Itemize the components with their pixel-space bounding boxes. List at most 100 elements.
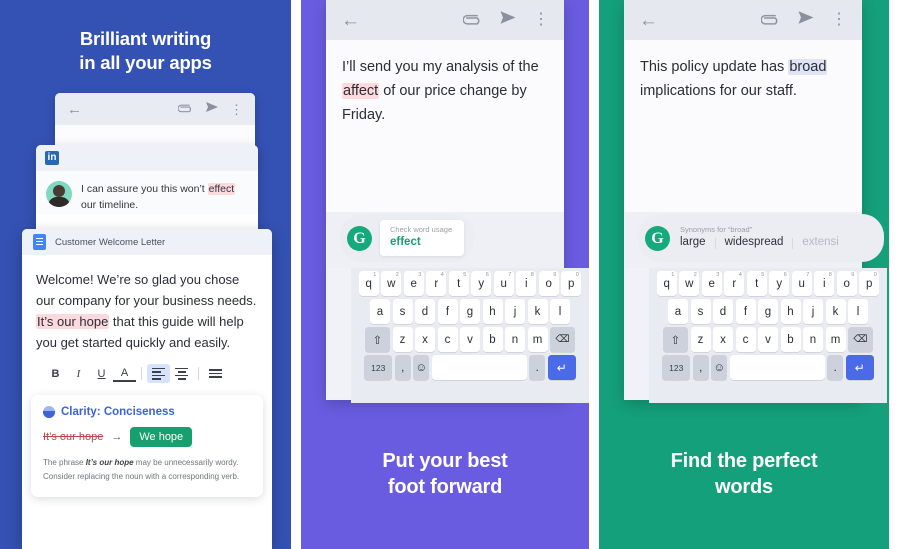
phone2-highlight-word[interactable]: affect [342, 83, 380, 100]
text-color-button[interactable]: A [113, 365, 136, 383]
key-g[interactable]: g [758, 299, 778, 324]
phone3-highlight-word[interactable]: broad [788, 59, 828, 75]
key-v[interactable]: v [758, 327, 778, 352]
italic-button[interactable]: I [67, 364, 90, 383]
key-i[interactable]: 8i [516, 271, 537, 296]
key-e[interactable]: 3e [403, 271, 424, 296]
send-icon[interactable] [205, 100, 219, 118]
phone3-keyboard[interactable]: 1q 2w 3e 4r 5t 6y 7u 8i 9o 0p a s d f g [649, 268, 887, 403]
key-o[interactable]: 9o [836, 271, 857, 296]
key-x[interactable]: x [415, 327, 435, 352]
overflow-menu-icon[interactable]: ⋮ [831, 12, 847, 28]
key-f[interactable]: f [735, 299, 756, 324]
bold-button[interactable]: B [44, 364, 67, 383]
key-j[interactable]: j [803, 299, 823, 324]
overflow-menu-icon[interactable]: ⋮ [230, 103, 243, 116]
key-f[interactable]: f [437, 299, 458, 324]
send-icon[interactable] [499, 10, 517, 30]
send-icon[interactable] [797, 10, 815, 30]
key-t[interactable]: 5t [746, 271, 767, 296]
key-b[interactable]: b [780, 327, 801, 352]
key-p[interactable]: 0p [561, 271, 582, 296]
key-w[interactable]: 2w [679, 271, 700, 296]
key-c[interactable]: c [735, 327, 756, 352]
synonym-option-widespread[interactable]: widespread [725, 235, 784, 251]
key-z[interactable]: z [392, 327, 413, 352]
key-m[interactable]: m [527, 327, 548, 352]
bullet-list-button[interactable] [204, 364, 227, 383]
phone3-message-area[interactable]: This policy update has broad implication… [624, 40, 862, 227]
key-w[interactable]: 2w [381, 271, 402, 296]
key-i[interactable]: 8i [814, 271, 835, 296]
shift-key[interactable]: ⇧ [365, 327, 390, 352]
key-h[interactable]: h [482, 299, 503, 324]
back-arrow-icon[interactable]: ← [67, 102, 82, 117]
key-z[interactable]: z [690, 327, 711, 352]
word-usage-card[interactable]: Check word usage effect [380, 220, 465, 256]
key-t[interactable]: 5t [448, 271, 469, 296]
align-left-button[interactable] [147, 364, 170, 384]
synonym-option-extensive[interactable]: extensi [802, 235, 838, 251]
key-y[interactable]: 6y [769, 271, 790, 296]
key-c[interactable]: c [437, 327, 458, 352]
key-v[interactable]: v [460, 327, 480, 352]
emoji-icon[interactable]: ☺ [711, 355, 728, 380]
key-l[interactable]: l [848, 299, 868, 324]
grammarly-word-usage-chip[interactable]: G Check word usage effect [340, 214, 475, 262]
back-arrow-icon[interactable]: ← [639, 11, 658, 30]
key-a[interactable]: a [668, 299, 688, 324]
key-h[interactable]: h [780, 299, 801, 324]
key-k[interactable]: k [527, 299, 548, 324]
key-k[interactable]: k [825, 299, 846, 324]
numbers-key[interactable]: 123 [662, 355, 691, 380]
shift-key[interactable]: ⇧ [663, 327, 688, 352]
key-d[interactable]: d [415, 299, 435, 324]
space-key[interactable] [729, 355, 825, 380]
key-m[interactable]: m [825, 327, 846, 352]
key-q[interactable]: 1q [358, 271, 379, 296]
synonym-option-large[interactable]: large [680, 235, 706, 251]
space-key[interactable] [431, 355, 527, 380]
enter-key[interactable]: ↵ [845, 355, 874, 380]
key-o[interactable]: 9o [538, 271, 559, 296]
key-l[interactable]: l [550, 299, 570, 324]
key-d[interactable]: d [713, 299, 733, 324]
key-s[interactable]: s [690, 299, 711, 324]
key-u[interactable]: 7u [791, 271, 812, 296]
key-p[interactable]: 0p [859, 271, 880, 296]
overflow-menu-icon[interactable]: ⋮ [533, 12, 549, 28]
word-usage-value[interactable]: effect [390, 235, 452, 251]
enter-key[interactable]: ↵ [547, 355, 576, 380]
comma-key[interactable]: , [692, 355, 709, 380]
key-r[interactable]: 4r [426, 271, 447, 296]
attachment-icon[interactable] [760, 11, 780, 30]
comma-key[interactable]: , [394, 355, 411, 380]
key-q[interactable]: 1q [656, 271, 677, 296]
clarity-suggestion-card[interactable]: Clarity: Conciseness It’s our hope → We … [31, 395, 263, 498]
key-j[interactable]: j [505, 299, 525, 324]
key-g[interactable]: g [460, 299, 480, 324]
period-key[interactable]: . [529, 355, 546, 380]
back-arrow-icon[interactable]: ← [341, 11, 360, 30]
phone2-message-area[interactable]: I’ll send you my analysis of the affect … [326, 40, 564, 227]
backspace-key[interactable]: ⌫ [848, 327, 873, 352]
phone2-keyboard[interactable]: 1q 2w 3e 4r 5t 6y 7u 8i 9o 0p a s d f g [351, 268, 589, 403]
period-key[interactable]: . [827, 355, 844, 380]
align-center-button[interactable] [170, 364, 193, 383]
attachment-icon[interactable] [177, 100, 193, 118]
underline-button[interactable]: U [90, 364, 113, 383]
synonyms-card[interactable]: Synonyms for “broad” large widespread ex… [678, 220, 839, 256]
key-n[interactable]: n [505, 327, 525, 352]
key-x[interactable]: x [713, 327, 733, 352]
key-a[interactable]: a [370, 299, 390, 324]
key-b[interactable]: b [482, 327, 503, 352]
key-u[interactable]: 7u [493, 271, 514, 296]
clarity-accept-button[interactable]: We hope [130, 427, 193, 448]
document-highlight-phrase[interactable]: It’s our hope [36, 314, 110, 330]
emoji-icon[interactable]: ☺ [413, 355, 430, 380]
key-e[interactable]: 3e [701, 271, 722, 296]
key-s[interactable]: s [392, 299, 413, 324]
linkedin-highlight-word[interactable]: effect [207, 183, 236, 195]
key-n[interactable]: n [803, 327, 823, 352]
numbers-key[interactable]: 123 [364, 355, 393, 380]
